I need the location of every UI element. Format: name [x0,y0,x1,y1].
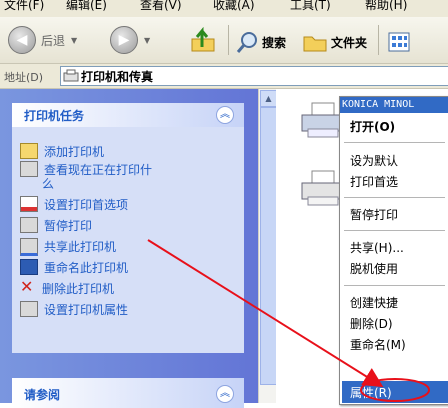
address-bar: 地址(D) 打印机和传真 [0,64,448,89]
up-folder-button[interactable] [188,27,218,53]
task-pane: 打印机任务 ︽ 添加打印机 查看现在正在打印什 么 设置打印首选项 暂停打印 共… [0,89,258,408]
menu-view[interactable]: 查看(V) [140,0,182,13]
menu-set-default[interactable]: 设为默认 [350,152,398,169]
preferences-icon [20,196,38,212]
task-label: 设置打印首选项 [44,198,129,212]
share-printer-icon [20,238,38,256]
views-button[interactable] [388,32,410,52]
menu-tools[interactable]: 工具(T) [290,0,331,13]
menu-rename[interactable]: 重命名(M) [350,336,406,353]
task-printing-preferences[interactable]: 设置打印首选项 [20,196,128,213]
collapse-icon[interactable]: ︽ [216,385,234,403]
search-label: 搜索 [262,35,287,50]
task-delete-printer[interactable]: ✕ 删除此打印机 [20,277,115,297]
task-see-printing-cont[interactable]: 么 [42,175,54,192]
task-add-printer[interactable]: 添加打印机 [20,143,104,160]
menu-favorites[interactable]: 收藏(A) [213,0,255,13]
menu-properties[interactable]: 属性(R) [350,384,392,401]
menu-separator [344,197,445,198]
context-menu: KONICA MINOL 打开(O) 设为默认 打印首选 暂停打印 共享(H).… [339,96,448,405]
up-folder-icon [191,27,215,52]
chevron-down-icon: ▼ [71,35,78,45]
menu-edit[interactable]: 编辑(E) [66,0,107,13]
views-icon [388,32,410,52]
delete-x-icon: ✕ [20,277,34,296]
scroll-up-arrow-icon[interactable]: ▲ [260,90,277,107]
task-label: 重命名此打印机 [44,261,129,275]
task-see-printing[interactable]: 查看现在正在打印什 [20,161,152,178]
printer-tasks-panel: 打印机任务 ︽ 添加打印机 查看现在正在打印什 么 设置打印首选项 暂停打印 共… [12,103,244,353]
properties-icon [20,301,38,317]
search-button[interactable]: 搜索 [236,31,286,53]
task-rename-printer[interactable]: 重命名此打印机 [20,259,128,276]
menu-bar: 文件(F) 编辑(E) 查看(V) 收藏(A) 工具(T) 帮助(H) [0,0,448,17]
menu-sharing[interactable]: 共享(H)... [350,239,404,256]
task-label: 删除此打印机 [42,282,115,296]
menu-pause-printing[interactable]: 暂停打印 [350,206,398,223]
rename-icon [20,259,38,275]
menu-separator [344,142,445,143]
add-printer-icon [20,143,38,159]
menu-delete[interactable]: 删除(D) [350,315,393,332]
folder-icon [303,36,327,52]
task-pane-scrollbar[interactable]: ▲ [258,89,277,403]
printer-icon [20,161,38,177]
toolbar: ◀ 后退 ▼ ▶ ▼ 搜索 文件夹 [0,17,448,64]
folders-label: 文件夹 [331,35,368,50]
back-label: 后退 [41,33,66,48]
menu-use-offline[interactable]: 脱机使用 [350,260,398,277]
printer-folder-icon [63,69,79,82]
back-arrow-icon: ◀ [8,26,36,54]
back-button[interactable]: ◀ 后退 ▼ [8,26,77,54]
address-value: 打印机和传真 [81,70,154,84]
forward-button[interactable]: ▶ ▼ [110,26,150,54]
toolbar-separator [378,25,379,55]
collapse-icon[interactable]: ︽ [216,106,234,124]
task-label: 暂停打印 [44,219,93,233]
task-label: 添加打印机 [44,145,105,159]
task-share-printer[interactable]: 共享此打印机 [20,238,116,256]
task-pause-printing[interactable]: 暂停打印 [20,217,92,234]
menu-help[interactable]: 帮助(H) [365,0,407,13]
printer-name-selected: KONICA MINOL [340,97,448,113]
chevron-down-icon: ▼ [144,35,151,45]
search-icon [236,32,257,53]
printer-tasks-header[interactable]: 打印机任务 ︽ [12,103,244,127]
menu-open[interactable]: 打开(O) [350,118,395,135]
task-printer-properties[interactable]: 设置打印机属性 [20,301,128,318]
menu-separator [344,230,445,231]
address-label: 地址(D) [4,71,44,84]
address-input[interactable]: 打印机和传真 [60,66,448,86]
printer-tasks-title: 打印机任务 [24,109,85,123]
menu-separator [344,285,445,286]
scroll-thumb[interactable] [260,107,277,385]
see-also-title: 请参阅 [24,388,61,402]
see-also-header[interactable]: 请参阅 ︽ [12,378,244,408]
toolbar-separator [228,25,229,55]
menu-file[interactable]: 文件(F) [4,0,44,13]
folders-button[interactable]: 文件夹 [302,31,367,53]
forward-arrow-icon: ▶ [110,26,138,54]
menu-create-shortcut[interactable]: 创建快捷 [350,294,398,311]
task-label: 么 [42,177,55,191]
task-label: 查看现在正在打印什 [44,163,153,177]
menu-printing-preferences[interactable]: 打印首选 [350,173,398,190]
pause-printer-icon [20,217,38,233]
task-label: 共享此打印机 [44,240,117,254]
task-label: 设置打印机属性 [44,303,129,317]
